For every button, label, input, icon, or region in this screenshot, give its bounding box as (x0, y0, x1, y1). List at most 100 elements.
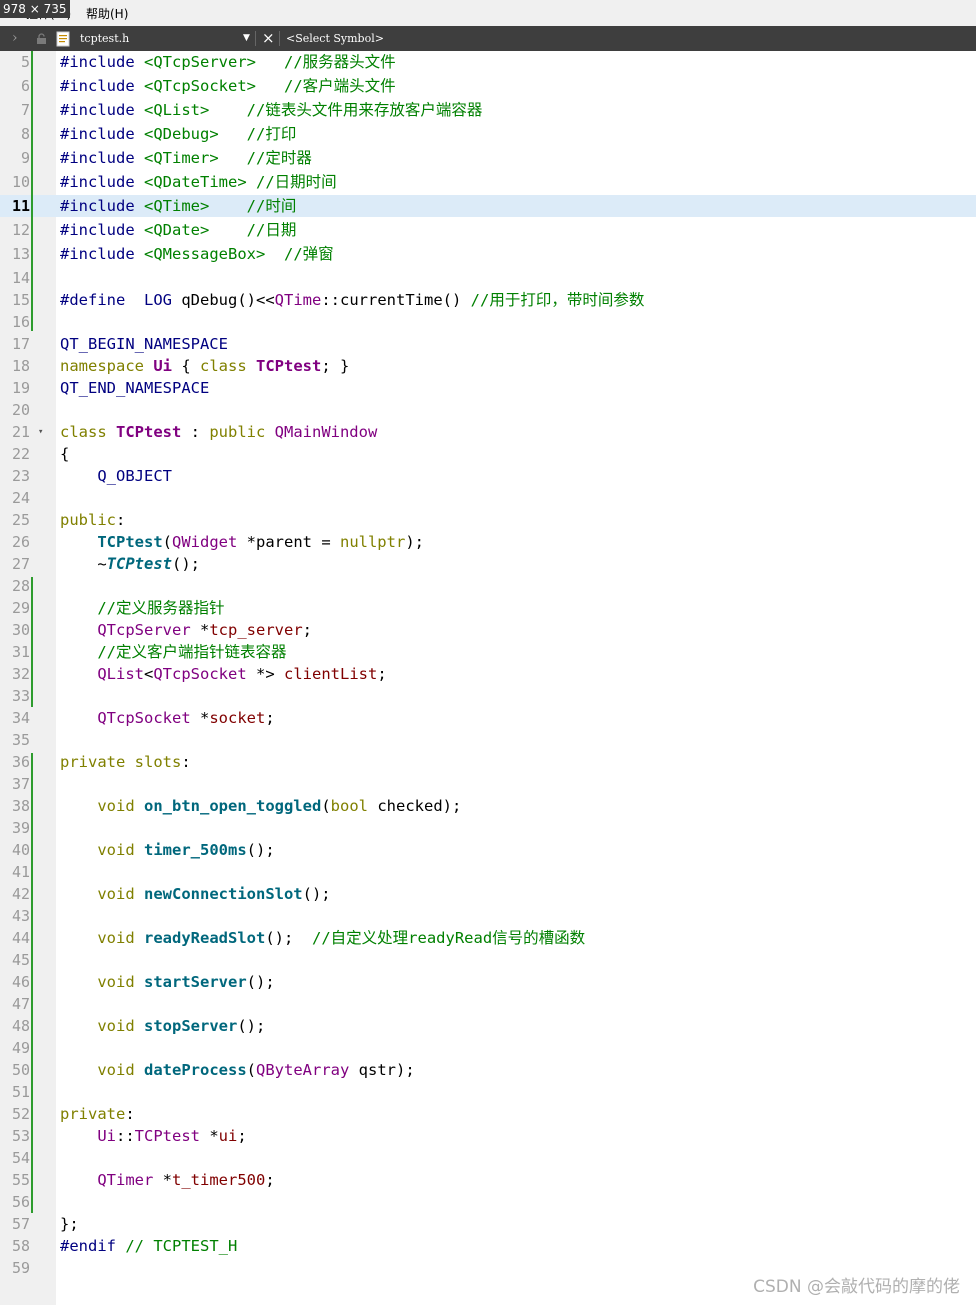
code-line[interactable]: 44 void readyReadSlot(); //自定义处理readyRea… (0, 927, 976, 949)
code-line[interactable]: 39 (0, 817, 976, 839)
code-line[interactable]: 51 (0, 1081, 976, 1103)
line-number: 46 (11, 973, 30, 991)
code-line[interactable]: 18 namespace Ui { class TCPtest; } (0, 355, 976, 377)
line-number: 48 (11, 1017, 30, 1035)
line-number: 8 (20, 125, 30, 143)
line-number: 33 (11, 687, 30, 705)
code-line[interactable]: 8 #include <QDebug> //打印 (0, 123, 976, 145)
code-line[interactable]: 25 public: (0, 509, 976, 531)
line-number: 36 (11, 753, 30, 771)
symbol-selector[interactable]: <Select Symbol> (286, 26, 384, 51)
change-marker (31, 51, 33, 331)
line-number: 34 (11, 709, 30, 727)
code-line[interactable]: 42 void newConnectionSlot(); (0, 883, 976, 905)
code-text: void newConnectionSlot(); (97, 885, 331, 903)
editor-toolbar: › tcptest.h ▼ × <Select Symbol> (0, 26, 976, 51)
menu-item-help[interactable]: 帮助(H) (86, 6, 128, 22)
line-number: 57 (11, 1215, 30, 1233)
code-text: ~TCPtest(); (60, 555, 200, 573)
line-number: 16 (11, 313, 30, 331)
code-text: #include <QDate> //日期 (60, 221, 297, 239)
code-line[interactable]: 43 (0, 905, 976, 927)
code-text: TCPtest(QWidget *parent = nullptr); (97, 533, 424, 551)
toolbar-divider (279, 31, 280, 46)
code-text: private: (60, 1105, 135, 1123)
code-line[interactable]: 14 (0, 267, 976, 289)
code-line[interactable]: 29 //定义服务器指针 (0, 597, 976, 619)
code-line[interactable]: 33 (0, 685, 976, 707)
code-line[interactable]: 32 QList<QTcpSocket *> clientList; (0, 663, 976, 685)
code-line[interactable]: 38 void on_btn_open_toggled(bool checked… (0, 795, 976, 817)
line-number: 18 (11, 357, 30, 375)
fold-arrow-icon[interactable]: ▾ (38, 421, 48, 443)
code-line[interactable]: 7 #include <QList> //链表头文件用来存放客户端容器 (0, 99, 976, 121)
line-number: 41 (11, 863, 30, 881)
code-line[interactable]: 9 #include <QTimer> //定时器 (0, 147, 976, 169)
code-line[interactable]: 48 void stopServer(); (0, 1015, 976, 1037)
code-line[interactable]: 40 void timer_500ms(); (0, 839, 976, 861)
line-number: 25 (11, 511, 30, 529)
line-number: 13 (11, 245, 30, 263)
chevron-down-icon[interactable]: ▼ (243, 26, 250, 51)
code-line[interactable]: 12 #include <QDate> //日期 (0, 219, 976, 241)
change-marker (31, 753, 33, 1199)
code-line[interactable]: 15 #define LOG qDebug()<<QTime::currentTi… (0, 289, 976, 311)
code-line[interactable]: 13 #include <QMessageBox> //弹窗 (0, 243, 976, 265)
code-line[interactable]: 49 (0, 1037, 976, 1059)
code-line[interactable]: 57}; (0, 1213, 976, 1235)
code-line[interactable]: 54 (0, 1147, 976, 1169)
toolbar-divider (255, 31, 256, 46)
code-line[interactable]: 56 (0, 1191, 976, 1213)
code-line[interactable]: 21 ▾ class TCPtest : public QMainWindow (0, 421, 976, 443)
code-line[interactable]: 31 //定义客户端指针链表容器 (0, 641, 976, 663)
code-line[interactable]: 20 (0, 399, 976, 421)
code-line[interactable]: 47 (0, 993, 976, 1015)
code-line[interactable]: 19 QT_END_NAMESPACE (0, 377, 976, 399)
code-line[interactable]: 41 (0, 861, 976, 883)
line-number: 35 (11, 731, 30, 749)
watermark: CSDN @会敲代码的摩的佬 (753, 1277, 960, 1297)
code-line[interactable]: 45 (0, 949, 976, 971)
line-number: 12 (11, 221, 30, 239)
line-number: 28 (11, 577, 30, 595)
code-text: QT_END_NAMESPACE (60, 379, 210, 397)
code-line[interactable]: 35 (0, 729, 976, 751)
code-text: void dateProcess(QByteArray qstr); (97, 1061, 415, 1079)
code-line[interactable]: 46 void startServer(); (0, 971, 976, 993)
line-number: 7 (20, 101, 30, 119)
close-icon[interactable]: × (262, 26, 275, 51)
line-number: 49 (11, 1039, 30, 1057)
code-editor[interactable]: 5 #include <QTcpServer> //服务器头文件 6 #include… (0, 51, 976, 1305)
line-number: 14 (11, 269, 30, 287)
code-text: //定义客户端指针链表容器 (97, 643, 287, 661)
code-line[interactable]: 23 Q_OBJECT (0, 465, 976, 487)
code-line[interactable]: 58 #endif // TCPTEST_H (0, 1235, 976, 1257)
code-line[interactable]: 16 (0, 311, 976, 333)
code-line[interactable]: 24 (0, 487, 976, 509)
code-line[interactable]: 11 #include <QTime> //时间 (0, 195, 976, 217)
code-line[interactable]: 26 TCPtest(QWidget *parent = nullptr); (0, 531, 976, 553)
code-text: private slots: (60, 753, 191, 771)
code-line[interactable]: 53 Ui::TCPtest *ui; (0, 1125, 976, 1147)
code-line[interactable]: 37 (0, 773, 976, 795)
code-line[interactable]: 28 (0, 575, 976, 597)
line-number: 22 (11, 445, 30, 463)
code-line[interactable]: 55 QTimer *t_timer500; (0, 1169, 976, 1191)
line-number: 56 (11, 1193, 30, 1211)
code-line[interactable]: 34 QTcpSocket *socket; (0, 707, 976, 729)
code-line[interactable]: 17 QT_BEGIN_NAMESPACE (0, 333, 976, 355)
code-line[interactable]: 27 ~TCPtest(); (0, 553, 976, 575)
line-number: 53 (11, 1127, 30, 1145)
code-line[interactable]: 36 private slots: (0, 751, 976, 773)
chevron-right-icon[interactable]: › (12, 26, 18, 51)
code-line[interactable]: 30 QTcpServer *tcp_server; (0, 619, 976, 641)
change-marker (31, 1153, 33, 1213)
code-line[interactable]: 50 void dateProcess(QByteArray qstr); (0, 1059, 976, 1081)
code-line[interactable]: 6 #include <QTcpSocket> //客户端头文件 (0, 75, 976, 97)
code-text: void stopServer(); (97, 1017, 266, 1035)
code-line[interactable]: 5 #include <QTcpServer> //服务器头文件 (0, 51, 976, 73)
code-line[interactable]: 52 private: (0, 1103, 976, 1125)
file-name-combo[interactable]: tcptest.h (80, 26, 129, 51)
code-line[interactable]: 22 { (0, 443, 976, 465)
code-line[interactable]: 10 #include <QDateTime> //日期时间 (0, 171, 976, 193)
